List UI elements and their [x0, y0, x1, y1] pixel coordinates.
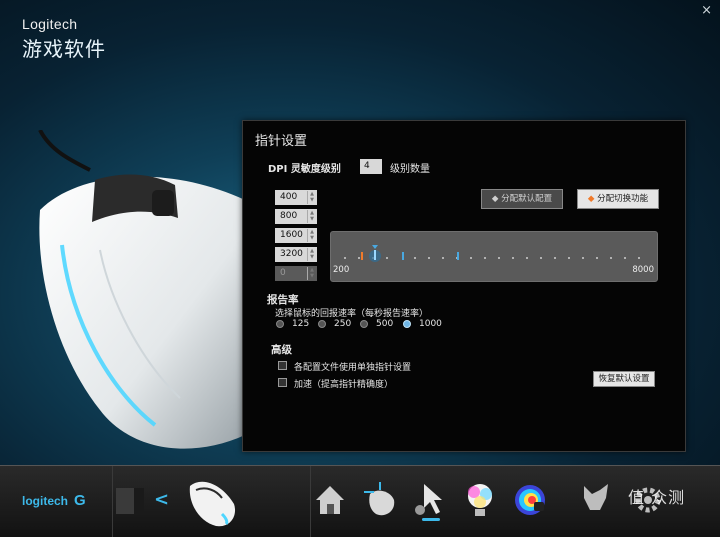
- heatmap-icon[interactable]: [510, 478, 550, 522]
- dpi-marker-default: [374, 250, 376, 260]
- panel-title: 指针设置: [255, 134, 308, 149]
- lighting-bulb-icon[interactable]: [460, 478, 500, 522]
- bottom-toolbar: logitech G <: [0, 465, 720, 537]
- logo-text: logitech: [22, 494, 69, 508]
- report-label-125: 125: [292, 319, 310, 329]
- per-profile-label: 各配置文件使用单独指针设置: [294, 363, 412, 373]
- slider-max-label: 8000: [632, 265, 654, 275]
- shift-icon: ◆: [587, 194, 595, 204]
- customize-buttons-icon[interactable]: [360, 478, 400, 522]
- report-radio-1000[interactable]: [403, 320, 411, 328]
- dpi-level-5-input[interactable]: 0 ▲ ▼: [275, 266, 317, 281]
- accel-label: 加速（提高指针精确度）: [294, 380, 394, 390]
- close-button[interactable]: ×: [701, 3, 712, 18]
- dpi-marker-4: [457, 252, 459, 260]
- report-label-500: 500: [376, 319, 394, 329]
- app-title: 游戏软件: [22, 37, 106, 61]
- dpi-marker-3: [402, 252, 404, 260]
- report-radio-250[interactable]: [318, 320, 326, 328]
- device-selector: <: [112, 466, 311, 537]
- assign-shift-button[interactable]: ◆ 分配切换功能: [577, 189, 659, 209]
- dpi-marker-shift: [361, 252, 363, 260]
- mouse-device-icon[interactable]: [182, 476, 238, 530]
- dpi-level-1-input[interactable]: 400 ▲ ▼: [275, 190, 317, 205]
- accel-checkbox[interactable]: [278, 378, 287, 387]
- dpi-level-4-input[interactable]: 3200 ▲ ▼: [275, 247, 317, 262]
- restore-defaults-button[interactable]: 恢复默认设置: [593, 371, 655, 387]
- assign-shift-label: 分配切换功能: [597, 194, 649, 204]
- mouse-image: [38, 130, 246, 449]
- community-icon[interactable]: [576, 478, 616, 522]
- report-radio-125[interactable]: [276, 320, 284, 328]
- report-radio-500[interactable]: [360, 320, 368, 328]
- report-label-250: 250: [334, 319, 352, 329]
- logo-g-icon: G: [74, 492, 86, 509]
- dpi-level-3-input[interactable]: 1600 ▲ ▼: [275, 228, 317, 243]
- assign-default-button[interactable]: ◆ 分配默认配置: [481, 189, 563, 209]
- home-icon[interactable]: [310, 478, 350, 522]
- per-profile-checkbox[interactable]: [278, 361, 287, 370]
- dpi-count-label: 级别数量: [390, 164, 430, 175]
- prev-device-icon[interactable]: [116, 484, 146, 520]
- report-label-1000: 1000: [419, 319, 442, 329]
- logitech-logo: logitech G: [0, 466, 113, 537]
- slider-min-label: 200: [333, 265, 350, 275]
- dpi-slider-track: [344, 245, 640, 262]
- report-rate-desc: 选择鼠标的回报速率（每秒报告速率）: [275, 309, 429, 319]
- advanced-title: 高级: [271, 344, 292, 356]
- app-brand: Logitech 游戏软件: [22, 16, 106, 62]
- pointer-settings-icon[interactable]: [410, 478, 450, 522]
- brand-name: Logitech: [22, 16, 78, 32]
- dpi-slider[interactable]: 200 8000: [330, 231, 658, 282]
- dpi-level-2-input[interactable]: 800 ▲ ▼: [275, 209, 317, 224]
- back-arrow-button[interactable]: <: [154, 489, 169, 510]
- report-rate-title: 报告率: [267, 294, 299, 306]
- pointer-settings-panel: 指针设置 DPI 灵敏度级别 4 级别数量 400 ▲ ▼ 800 ▲ ▼ 1600 ▲ ▼…: [242, 120, 686, 452]
- dpi-label: DPI 灵敏度级别: [268, 164, 341, 175]
- watermark: 值 众测: [628, 488, 686, 507]
- dpi-count-input[interactable]: 4: [360, 159, 382, 174]
